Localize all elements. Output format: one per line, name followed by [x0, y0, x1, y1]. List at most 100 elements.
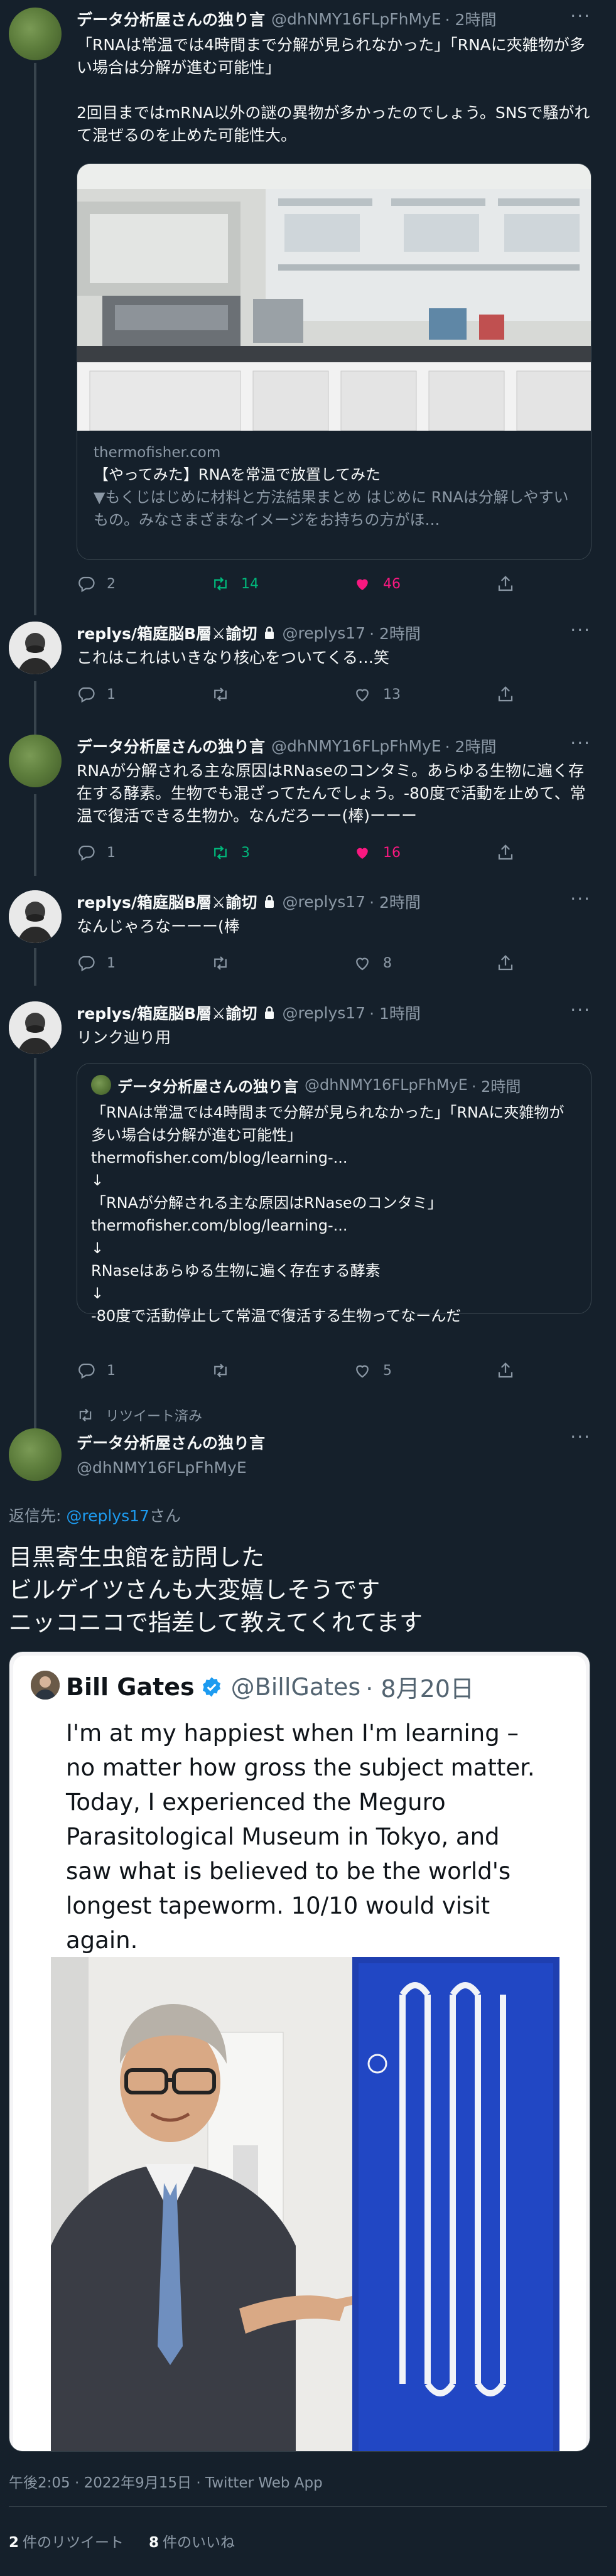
portrait-graphic — [9, 890, 62, 943]
tweet-header: データ分析屋さんの独り言 — [77, 1431, 265, 1453]
author-name[interactable]: replys/箱庭脳B層⚔諭切 — [77, 622, 257, 644]
tweet-text: これはこれはいきなり核心をついてくる…笑 — [77, 649, 390, 667]
author-handle[interactable]: @dhNMY16FLpFhMyE — [77, 1458, 247, 1477]
main-tweet-header: データ分析屋さんの独り言 @dhNMY16FLpFhMyE ··· — [0, 1428, 616, 1491]
museum-photo-graphic — [51, 1957, 559, 2451]
like-button[interactable]: 13 — [353, 683, 401, 706]
tweet-header: replys/箱庭脳B層⚔諭切 @replys17 · 2時間 — [77, 890, 421, 913]
retweet-button[interactable] — [211, 952, 230, 974]
card-title: 【やってみた】RNAを常温で放置してみた — [94, 466, 381, 483]
reply-handle-link[interactable]: @replys17 — [66, 1507, 149, 1525]
tapeworm-photo — [51, 1957, 559, 2451]
tweet-5[interactable]: replys/箱庭脳B層⚔諭切 @replys17 · 1時間 ··· リンク辿… — [0, 1001, 616, 1403]
tweet-stats: 2 件のリツイート 8 件のいいね — [9, 2530, 235, 2552]
reply-button[interactable]: 1 — [77, 952, 116, 974]
like-button[interactable]: 16 — [353, 841, 401, 864]
share-icon — [496, 954, 515, 973]
author-name[interactable]: データ分析屋さんの独り言 — [77, 735, 265, 757]
retweeted-indicator: リツイート済み — [77, 1405, 202, 1425]
reply-button[interactable]: 1 — [77, 1359, 116, 1382]
timestamp[interactable]: · 1時間 — [369, 1001, 421, 1024]
timestamp[interactable]: · 2時間 — [369, 622, 421, 644]
reply-button[interactable]: 1 — [77, 683, 116, 706]
reply-button[interactable]: 2 — [77, 573, 116, 595]
retweet-label[interactable]: 件のリツイート — [23, 2535, 124, 2551]
avatar[interactable] — [9, 1428, 62, 1481]
avatar[interactable] — [9, 735, 62, 787]
tweet-3[interactable]: データ分析屋さんの独り言 @dhNMY16FLpFhMyE · 2時間 ··· … — [0, 735, 616, 885]
avatar[interactable] — [9, 1001, 62, 1054]
like-button[interactable]: 46 — [353, 573, 401, 595]
tweet-actions: 1 5 — [77, 1359, 529, 1382]
attached-image[interactable]: Bill Gates @BillGates · 8月20日 I'm at my … — [9, 1651, 590, 2452]
more-icon[interactable]: ··· — [570, 890, 591, 908]
timestamp[interactable]: · 2時間 — [445, 8, 497, 30]
tweet-header: replys/箱庭脳B層⚔諭切 @replys17 · 2時間 — [77, 622, 421, 644]
like-button[interactable]: 8 — [353, 952, 392, 974]
tweet-actions: 1 8 — [77, 952, 529, 974]
author-handle[interactable]: @dhNMY16FLpFhMyE — [271, 10, 441, 28]
timestamp[interactable]: · 2時間 — [445, 735, 497, 757]
share-button[interactable] — [496, 1359, 515, 1382]
lab-image — [77, 164, 591, 431]
portrait-graphic — [9, 1001, 62, 1054]
author-name[interactable]: データ分析屋さんの独り言 — [77, 1431, 265, 1453]
more-icon[interactable]: ··· — [570, 1001, 591, 1019]
screenshot-tweet-text: I'm at my happiest when I'm learning – n… — [66, 1720, 535, 1954]
like-label[interactable]: 件のいいね — [163, 2535, 235, 2551]
retweet-button[interactable]: 3 — [211, 841, 250, 864]
like-count[interactable]: 8 — [149, 2535, 159, 2551]
like-count: 8 — [383, 955, 392, 971]
card-description: ▼もくじはじめに材料と方法結果まとめ はじめに RNAは分解しやすいもの。みなさ… — [94, 488, 569, 529]
retweet-button[interactable]: 14 — [211, 573, 259, 595]
like-button[interactable]: 5 — [353, 1359, 392, 1382]
reply-count: 1 — [107, 955, 116, 971]
author-handle[interactable]: @replys17 — [283, 624, 366, 642]
avatar[interactable] — [9, 622, 62, 674]
link-card[interactable]: thermofisher.com 【やってみた】RNAを常温で放置してみた ▼も… — [77, 163, 592, 560]
lab-image-graphic — [77, 164, 591, 431]
retweeted-label: リツイート済み — [105, 1409, 203, 1425]
more-icon[interactable]: ··· — [570, 1428, 591, 1446]
retweet-icon — [211, 685, 230, 704]
retweet-button[interactable] — [211, 1359, 230, 1382]
avatar — [91, 1075, 111, 1095]
tweet-header: replys/箱庭脳B層⚔諭切 @replys17 · 1時間 — [77, 1001, 421, 1024]
quoted-author-name: データ分析屋さんの独り言 — [117, 1077, 298, 1096]
avatar[interactable] — [9, 8, 62, 60]
quoted-tweet-text: 「RNAは常温では4時間まで分解が見られなかった」「RNAに夾雑物が多い場合は分… — [91, 1104, 565, 1325]
author-handle[interactable]: @replys17 — [283, 893, 366, 911]
reply-button[interactable]: 1 — [77, 841, 116, 864]
more-icon[interactable]: ··· — [570, 735, 591, 752]
reply-icon — [77, 954, 95, 973]
tweet-4[interactable]: replys/箱庭脳B層⚔諭切 @replys17 · 2時間 ··· なんじゃ… — [0, 890, 616, 984]
author-handle[interactable]: @dhNMY16FLpFhMyE — [271, 737, 441, 755]
tweet-text: RNAが分解される主な原因はRNaseのコンタミ。あらゆる生物に遍く存在する酵素… — [77, 762, 586, 825]
share-button[interactable] — [496, 573, 515, 595]
more-icon[interactable]: ··· — [570, 8, 591, 25]
tweet-actions: 1 13 — [77, 683, 529, 706]
share-button[interactable] — [496, 841, 515, 864]
quoted-tweet[interactable]: データ分析屋さんの独り言 @dhNMY16FLpFhMyE · 2時間 「RNA… — [77, 1063, 592, 1325]
author-handle[interactable]: @replys17 — [283, 1004, 366, 1022]
tweet-2[interactable]: replys/箱庭脳B層⚔諭切 @replys17 · 2時間 ··· これはこ… — [0, 622, 616, 716]
screenshot-author-name: Bill Gates — [66, 1673, 195, 1701]
share-button[interactable] — [496, 683, 515, 706]
author-name[interactable]: データ分析屋さんの独り言 — [77, 8, 265, 30]
tweet-1[interactable]: データ分析屋さんの独り言 @dhNMY16FLpFhMyE · 2時間 ··· … — [0, 8, 616, 610]
retweet-icon — [211, 843, 230, 862]
retweet-count[interactable]: 2 — [9, 2535, 19, 2551]
retweet-count: 14 — [241, 576, 259, 592]
avatar[interactable] — [9, 890, 62, 943]
retweet-button[interactable] — [211, 683, 230, 706]
author-name[interactable]: replys/箱庭脳B層⚔諭切 — [77, 890, 257, 913]
share-button[interactable] — [496, 952, 515, 974]
lock-icon — [262, 625, 276, 640]
tweet-text: 「RNAは常温では4時間まで分解が見られなかった」「RNAに夾雑物が多い場合は分… — [77, 36, 590, 144]
like-count: 46 — [383, 576, 401, 592]
like-count: 13 — [383, 686, 401, 703]
tweet-timestamp[interactable]: 午後2:05 · 2022年9月15日 · Twitter Web App — [9, 2471, 323, 2492]
more-icon[interactable]: ··· — [570, 622, 591, 639]
timestamp[interactable]: · 2時間 — [369, 890, 421, 913]
author-name[interactable]: replys/箱庭脳B層⚔諭切 — [77, 1001, 257, 1024]
